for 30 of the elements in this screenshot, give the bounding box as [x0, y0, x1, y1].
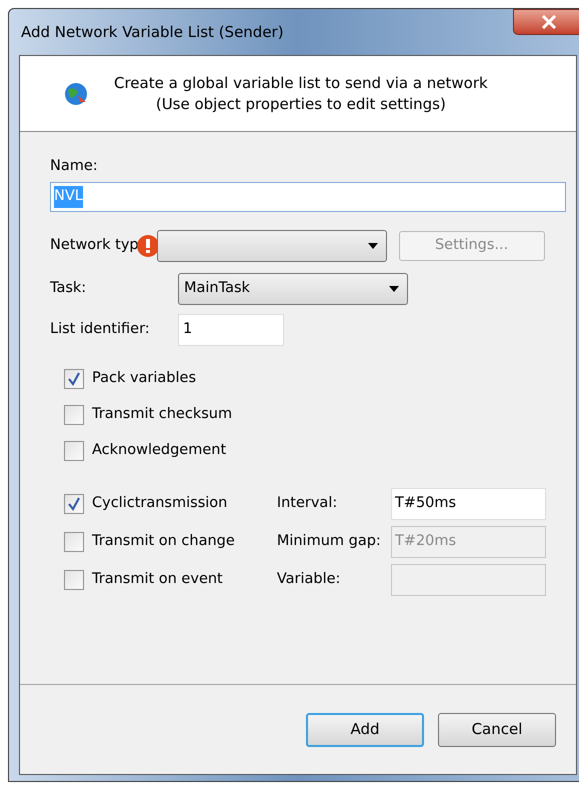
checkbox-label: Transmit on change: [92, 532, 235, 551]
checkbox[interactable]: [64, 494, 84, 514]
checkbox-label: Acknowledgement: [92, 440, 226, 460]
task-dropdown[interactable]: MainTask: [178, 272, 408, 305]
field-label: Name:: [50, 157, 99, 176]
close-icon: [541, 15, 557, 29]
checkbox[interactable]: [64, 368, 84, 389]
network-type-dropdown[interactable]: [156, 230, 387, 262]
window-title: Add Network Variable List (Sender): [21, 22, 284, 43]
field-label: Task:: [50, 278, 88, 298]
close-button[interactable]: [513, 9, 579, 35]
list-identifier-field[interactable]: 1: [178, 314, 284, 346]
checkbox-label: Cyclictransmission: [92, 494, 228, 513]
caret-icon: [389, 286, 399, 292]
description-text: (Use object properties to edit settings): [156, 94, 446, 114]
checkbox-label: Transmit on event: [92, 570, 223, 589]
field-label: Variable:: [276, 570, 342, 589]
dialog-button[interactable]: Cancel: [438, 712, 556, 746]
dialog-button[interactable]: Add: [306, 712, 424, 746]
field-label: Network typ: [50, 236, 139, 255]
caret-icon: [368, 242, 378, 249]
checkbox-label: Pack variables: [92, 368, 196, 388]
field-label: Minimum gap:: [276, 532, 382, 551]
checkbox[interactable]: [64, 440, 84, 461]
field-label: Interval:: [276, 494, 338, 513]
description-text: Create a global variable list to send via a network: [114, 72, 488, 94]
field-label: List identifier:: [50, 320, 151, 339]
input-field[interactable]: T#50ms: [390, 488, 546, 520]
checkbox-label: Transmit checksum: [92, 404, 232, 424]
checkbox[interactable]: [64, 404, 84, 425]
